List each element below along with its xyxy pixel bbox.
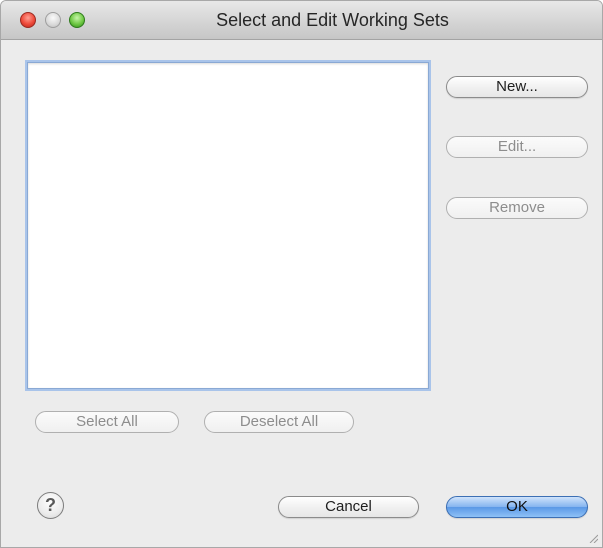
dialog-window: Select and Edit Working Sets New... Edit…	[0, 0, 603, 548]
working-sets-list[interactable]	[27, 62, 429, 389]
deselect-all-button[interactable]: Deselect All	[204, 411, 354, 433]
select-all-button[interactable]: Select All	[35, 411, 179, 433]
edit-button[interactable]: Edit...	[446, 136, 588, 158]
resize-grip-icon[interactable]	[588, 533, 598, 543]
cancel-button[interactable]: Cancel	[278, 496, 419, 518]
ok-button[interactable]: OK	[446, 496, 588, 518]
window-title: Select and Edit Working Sets	[216, 10, 449, 30]
help-icon[interactable]: ?	[37, 492, 64, 519]
title-bar[interactable]: Select and Edit Working Sets	[1, 1, 602, 40]
remove-button[interactable]: Remove	[446, 197, 588, 219]
new-button[interactable]: New...	[446, 76, 588, 98]
